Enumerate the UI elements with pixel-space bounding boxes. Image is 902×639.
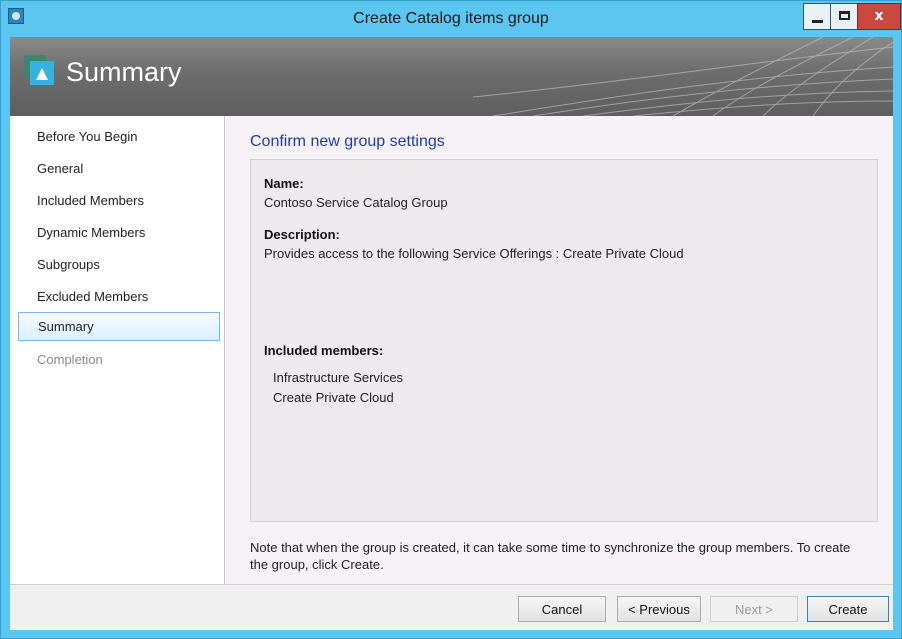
- description-label: Description:: [264, 227, 340, 242]
- nav-item-completion: Completion: [37, 352, 103, 367]
- nav-item-excluded-members[interactable]: Excluded Members: [18, 283, 220, 312]
- nav-item-summary[interactable]: Summary: [18, 312, 220, 341]
- minimize-icon: [812, 20, 823, 23]
- next-button[interactable]: Next >: [710, 596, 798, 622]
- included-members-label: Included members:: [264, 343, 384, 358]
- nav-item-before-you-begin[interactable]: Before You Begin: [18, 123, 220, 152]
- nav-item-included-members[interactable]: Included Members: [18, 187, 220, 216]
- wizard-window: Create Catalog items group x Summary Bef…: [0, 0, 902, 639]
- previous-button[interactable]: < Previous: [617, 596, 701, 622]
- create-button[interactable]: Create: [807, 596, 889, 622]
- wizard-steps-nav: Before You Begin General Included Member…: [10, 116, 225, 584]
- summary-panel: Confirm new group settings Name: Contoso…: [226, 116, 893, 584]
- nav-item-general[interactable]: General: [18, 155, 220, 184]
- banner-decoration: [473, 37, 893, 116]
- header-banner: Summary: [10, 37, 893, 116]
- window-title: Create Catalog items group: [353, 10, 549, 27]
- close-button[interactable]: x: [857, 3, 901, 30]
- button-bar: Cancel < Previous Next > Create: [10, 584, 893, 630]
- section-heading: Confirm new group settings: [250, 133, 445, 150]
- page-title: Summary: [66, 57, 182, 87]
- cancel-button[interactable]: Cancel: [518, 596, 606, 622]
- maximize-button[interactable]: [830, 3, 858, 30]
- title-bar[interactable]: Create Catalog items group x: [1, 1, 901, 37]
- name-value: Contoso Service Catalog Group: [264, 195, 448, 210]
- description-value: Provides access to the following Service…: [264, 246, 684, 261]
- info-note: Note that when the group is created, it …: [250, 540, 851, 572]
- summary-box[interactable]: Name: Contoso Service Catalog Group Desc…: [250, 159, 878, 522]
- wizard-body: Before You Begin General Included Member…: [10, 116, 893, 584]
- nav-item-dynamic-members[interactable]: Dynamic Members: [18, 219, 220, 248]
- name-label: Name:: [264, 176, 304, 191]
- nav-item-subgroups[interactable]: Subgroups: [18, 251, 220, 280]
- minimize-button[interactable]: [803, 3, 831, 30]
- maximize-icon: [839, 11, 850, 20]
- member-item: Infrastructure Services: [273, 370, 404, 385]
- member-item: Create Private Cloud: [273, 390, 394, 405]
- wizard-icon: [24, 55, 54, 85]
- close-icon: x: [874, 8, 884, 24]
